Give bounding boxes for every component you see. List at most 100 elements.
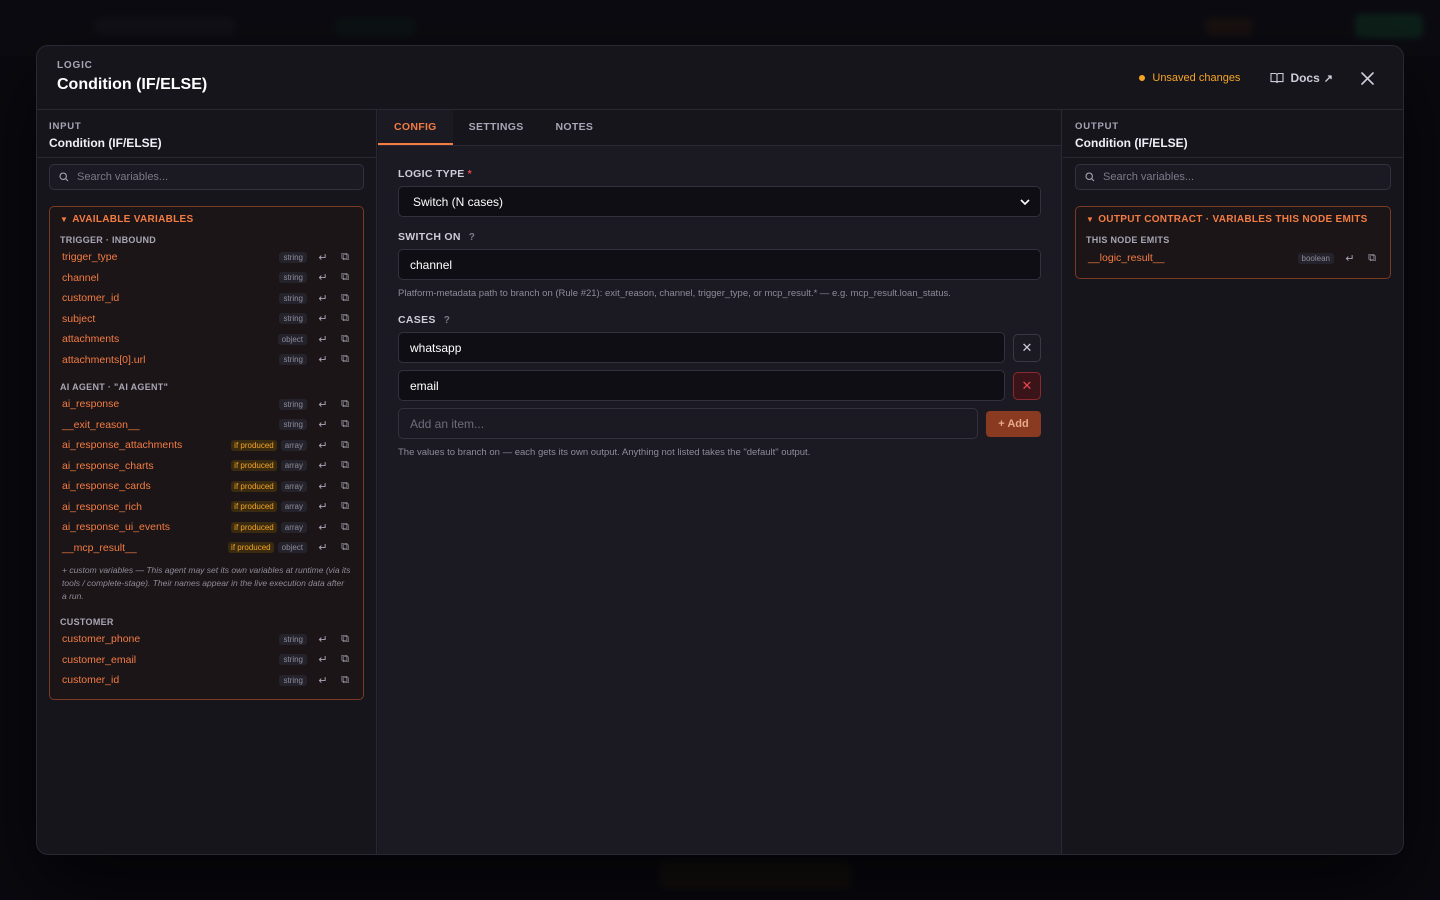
copy-icon[interactable]: ⧉ [339, 541, 351, 554]
switch-on-label: SWITCH ON ? [398, 231, 1041, 243]
variable-name[interactable]: ai_response [62, 398, 119, 410]
remove-case-button[interactable]: ✕ [1013, 371, 1041, 400]
insert-icon[interactable]: ↵ [317, 333, 329, 346]
variable-name[interactable]: attachments [62, 333, 119, 345]
insert-icon[interactable]: ↵ [317, 439, 329, 452]
insert-icon[interactable]: ↵ [317, 354, 329, 366]
add-case-button[interactable]: + Add [986, 410, 1041, 437]
output-search-input[interactable] [1103, 171, 1363, 183]
insert-icon[interactable]: ↵ [317, 419, 329, 431]
type-badge: string [279, 674, 307, 686]
variable-name[interactable]: channel [62, 272, 99, 284]
insert-icon[interactable]: ↵ [317, 460, 329, 472]
copy-icon[interactable]: ⧉ [339, 398, 351, 410]
variable-name[interactable]: __logic_result__ [1088, 252, 1164, 264]
copy-icon[interactable]: ⧉ [339, 459, 351, 472]
variable-name[interactable]: ai_response_cards [62, 480, 151, 492]
variable-name[interactable]: ai_response_ui_events [62, 521, 170, 533]
help-icon[interactable]: ? [444, 315, 450, 326]
tab-notes[interactable]: NOTES [540, 110, 610, 145]
type-badge: array [280, 480, 307, 492]
copy-icon[interactable]: ⧉ [339, 500, 351, 513]
if-produced-badge: if produced [231, 480, 277, 492]
help-icon[interactable]: ? [469, 232, 475, 243]
variable-row: subject string ↵ ⧉ [50, 309, 363, 330]
input-panel-header: INPUT Condition (IF/ELSE) [37, 110, 376, 158]
output-search-box[interactable] [1075, 164, 1391, 190]
insert-icon[interactable]: ↵ [317, 674, 329, 687]
variable-name[interactable]: customer_email [62, 654, 136, 666]
variable-name[interactable]: customer_id [62, 674, 119, 686]
insert-icon[interactable]: ↵ [317, 521, 329, 534]
copy-icon[interactable]: ⧉ [339, 674, 351, 686]
variable-row: __exit_reason__ string ↵ ⧉ [50, 415, 363, 436]
variable-row: ai_response_rich if produced array ↵ ⧉ [50, 497, 363, 518]
variable-name[interactable]: trigger_type [62, 251, 117, 263]
cases-label: CASES ? [398, 314, 1041, 326]
output-contract-toggle[interactable]: ▼ OUTPUT CONTRACT · VARIABLES THIS NODE … [1076, 214, 1390, 225]
copy-icon[interactable]: ⧉ [339, 312, 351, 325]
input-search-box[interactable] [49, 164, 364, 190]
input-title: Condition (IF/ELSE) [49, 136, 162, 150]
logic-type-value: Switch (N cases) [413, 194, 504, 209]
case-input[interactable]: email [398, 370, 1005, 401]
insert-icon[interactable]: ↵ [317, 654, 329, 666]
variable-name[interactable]: customer_phone [62, 633, 140, 645]
variable-row: __mcp_result__ if produced object ↵ ⧉ [50, 538, 363, 559]
type-badge: string [279, 292, 307, 304]
case-row: email ✕ [398, 370, 1041, 401]
copy-icon[interactable]: ⧉ [339, 480, 351, 492]
close-icon: ✕ [1021, 339, 1033, 355]
output-title: Condition (IF/ELSE) [1075, 136, 1188, 150]
insert-icon[interactable]: ↵ [317, 480, 329, 493]
switch-on-input[interactable]: channel [398, 249, 1041, 280]
remove-case-button[interactable]: ✕ [1013, 333, 1041, 362]
copy-icon[interactable]: ⧉ [339, 353, 351, 366]
variable-name[interactable]: ai_response_attachments [62, 439, 182, 451]
variable-row: __logic_result__ boolean ↵ ⧉ [1076, 248, 1390, 269]
variable-name[interactable]: customer_id [62, 292, 119, 304]
insert-icon[interactable]: ↵ [317, 313, 329, 325]
if-produced-badge: if produced [228, 542, 274, 554]
close-button[interactable] [1357, 68, 1377, 88]
insert-icon[interactable]: ↵ [317, 398, 329, 411]
variable-name[interactable]: subject [62, 313, 95, 325]
copy-icon[interactable]: ⧉ [339, 521, 351, 533]
output-eyebrow: OUTPUT [1075, 121, 1119, 132]
available-variables-toggle[interactable]: ▼ AVAILABLE VARIABLES [50, 214, 363, 225]
variable-row: customer_id string ↵ ⧉ [50, 288, 363, 309]
copy-icon[interactable]: ⧉ [339, 271, 351, 284]
insert-icon[interactable]: ↵ [317, 272, 329, 284]
insert-icon[interactable]: ↵ [317, 251, 329, 264]
insert-icon[interactable]: ↵ [317, 501, 329, 513]
close-icon [1360, 71, 1374, 85]
insert-icon[interactable]: ↵ [317, 292, 329, 305]
variable-name[interactable]: attachments[0].url [62, 354, 145, 366]
logic-type-label-text: LOGIC TYPE [398, 168, 465, 180]
insert-icon[interactable]: ↵ [317, 542, 329, 554]
tab-config[interactable]: CONFIG [378, 110, 453, 145]
copy-icon[interactable]: ⧉ [1366, 252, 1378, 264]
variable-name[interactable]: __mcp_result__ [62, 542, 137, 554]
tab-settings[interactable]: SETTINGS [453, 110, 540, 145]
docs-link[interactable]: Docs ↗ [1270, 71, 1333, 85]
variable-name[interactable]: ai_response_charts [62, 460, 154, 472]
chevron-down-icon [1020, 198, 1030, 205]
insert-icon[interactable]: ↵ [317, 633, 329, 646]
variable-name[interactable]: __exit_reason__ [62, 419, 140, 431]
insert-icon[interactable]: ↵ [1344, 252, 1356, 265]
input-search-input[interactable] [77, 171, 337, 183]
case-input[interactable]: whatsapp [398, 332, 1005, 363]
add-item-input[interactable] [410, 416, 966, 431]
logic-type-select[interactable]: Switch (N cases) [398, 186, 1041, 217]
copy-icon[interactable]: ⧉ [339, 333, 351, 345]
copy-icon[interactable]: ⧉ [339, 633, 351, 645]
copy-icon[interactable]: ⧉ [339, 292, 351, 304]
add-item-field[interactable] [398, 408, 978, 439]
copy-icon[interactable]: ⧉ [339, 418, 351, 431]
copy-icon[interactable]: ⧉ [339, 439, 351, 451]
variable-name[interactable]: ai_response_rich [62, 501, 142, 513]
copy-icon[interactable]: ⧉ [339, 251, 351, 263]
copy-icon[interactable]: ⧉ [339, 653, 351, 666]
variable-row: customer_email string ↵ ⧉ [50, 650, 363, 671]
